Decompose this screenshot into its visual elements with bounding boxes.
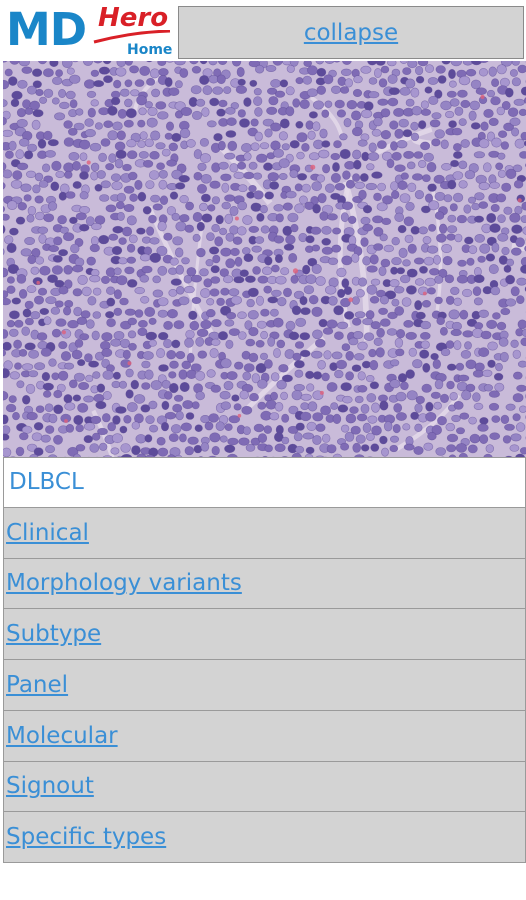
menu-item-morphology-variants[interactable]: Morphology variants	[3, 558, 526, 610]
menu-item-label[interactable]: Panel	[6, 672, 68, 698]
menu-item-label[interactable]: Subtype	[6, 621, 101, 647]
menu-title-row: DLBCL	[3, 457, 526, 508]
menu-item-label[interactable]: Clinical	[6, 520, 89, 546]
logo-md-text: MD	[6, 3, 87, 56]
logo-home-text: Home	[127, 42, 173, 58]
menu-item-label[interactable]: Morphology variants	[6, 570, 242, 596]
mdhero-home-logo[interactable]: MD Hero Home	[0, 0, 176, 61]
menu-item-subtype[interactable]: Subtype	[3, 609, 526, 660]
menu-item-specific-types[interactable]: Specific types	[3, 812, 526, 863]
menu-item-panel[interactable]: Panel	[3, 660, 526, 711]
menu-item-signout[interactable]: Signout	[3, 761, 526, 813]
menu-item-molecular[interactable]: Molecular	[3, 710, 526, 762]
micrograph-picture	[3, 61, 526, 457]
collapse-link[interactable]: collapse	[304, 20, 398, 46]
topic-title: DLBCL	[9, 469, 84, 496]
menu-item-label[interactable]: Signout	[6, 773, 94, 799]
menu-item-label[interactable]: Molecular	[6, 723, 118, 749]
app-header: MD Hero Home collapse	[0, 0, 526, 61]
histology-image	[3, 61, 526, 457]
menu-item-label[interactable]: Specific types	[6, 824, 166, 850]
menu-item-clinical[interactable]: Clinical	[3, 507, 526, 559]
collapse-cell: collapse	[178, 6, 524, 59]
topic-menu: DLBCL Clinical Morphology variants Subty…	[3, 457, 526, 863]
